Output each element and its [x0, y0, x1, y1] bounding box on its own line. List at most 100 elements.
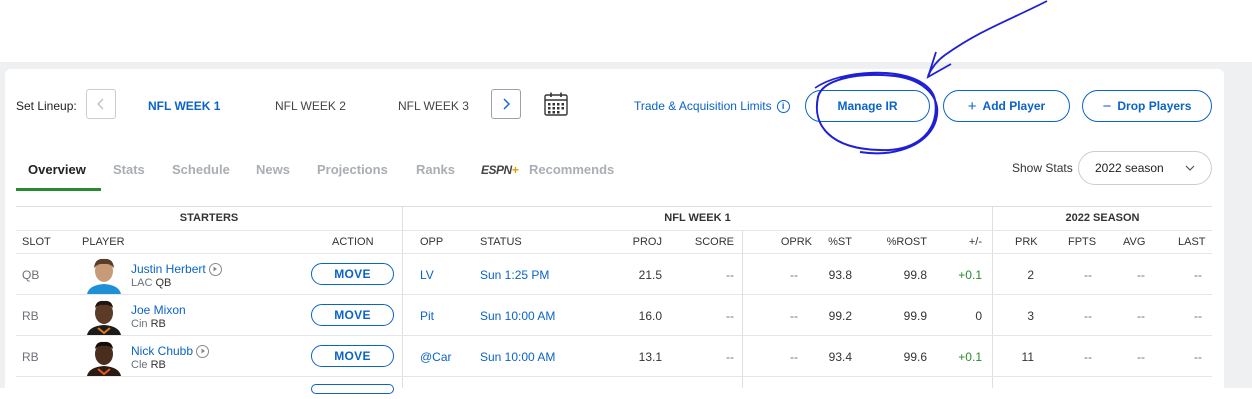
row-divider	[16, 376, 1212, 377]
col-slot: SLOT	[22, 236, 51, 248]
next-week-button[interactable]	[491, 89, 521, 119]
player-headshot	[87, 341, 121, 376]
season-select-value: 2022 season	[1095, 161, 1164, 175]
col-status: STATUS	[480, 236, 522, 248]
pct-rost-value: 99.8	[903, 268, 927, 282]
prk-value: 2	[1027, 268, 1034, 282]
pct-rost-value: 99.9	[903, 309, 927, 323]
plus-minus-value: +0.1	[958, 350, 982, 364]
manage-ir-label: Manage IR	[837, 99, 898, 113]
player-position: RB	[150, 359, 166, 371]
opponent-link[interactable]: LV	[420, 268, 434, 282]
row-divider	[16, 294, 1212, 295]
player-name: Justin Herbert	[131, 262, 206, 276]
player-headshot	[87, 300, 121, 335]
player-name: Nick Chubb	[131, 344, 194, 358]
calendar-icon[interactable]	[543, 91, 569, 117]
avg-value: --	[1137, 350, 1145, 364]
move-button[interactable]: MOVE	[311, 304, 394, 326]
move-button[interactable]: MOVE	[311, 345, 394, 367]
player-team-position: Cin RB	[131, 318, 166, 330]
chevron-right-icon	[503, 98, 510, 110]
row-divider	[16, 253, 1212, 254]
player-name-link[interactable]: Justin Herbert	[131, 262, 222, 276]
chevron-down-icon	[1185, 165, 1195, 171]
active-tab-underline	[16, 188, 101, 191]
manage-ir-button[interactable]: Manage IR	[805, 90, 930, 122]
col-last: LAST	[1178, 236, 1206, 248]
tab-overview[interactable]: Overview	[28, 162, 86, 177]
tab-schedule[interactable]: Schedule	[172, 162, 230, 177]
tab-news[interactable]: News	[256, 162, 290, 177]
prk-value: 11	[1021, 350, 1034, 364]
col-proj: PROJ	[632, 236, 662, 248]
oprk-value: --	[790, 268, 798, 282]
drop-players-label: Drop Players	[1117, 99, 1192, 113]
pct-start-value: 93.8	[828, 268, 852, 282]
plus-icon: +	[967, 97, 977, 115]
col-score: SCORE	[694, 236, 734, 248]
game-status-link[interactable]: Sun 1:25 PM	[480, 268, 549, 282]
opponent-link[interactable]: Pit	[420, 309, 434, 323]
add-player-label: Add Player	[982, 99, 1046, 113]
video-play-icon[interactable]	[208, 262, 222, 276]
group-header-week: NFL WEEK 1	[664, 212, 731, 224]
col-prk: PRK	[1015, 236, 1038, 248]
espn-plus-logo: ESPN+	[481, 163, 519, 177]
proj-value: 16.0	[638, 309, 662, 323]
game-status-link[interactable]: Sun 10:00 AM	[480, 309, 555, 323]
trade-link-label: Trade & Acquisition Limits	[634, 99, 772, 113]
avg-value: --	[1137, 268, 1145, 282]
week-tab-2[interactable]: NFL WEEK 2	[275, 99, 346, 113]
score-value: --	[726, 268, 734, 282]
row-slot: QB	[22, 268, 40, 282]
player-name-link[interactable]: Nick Chubb	[131, 344, 210, 358]
tab-ranks[interactable]: Ranks	[416, 162, 455, 177]
info-icon[interactable]: i	[776, 99, 790, 113]
score-value: --	[726, 309, 734, 323]
row-slot: RB	[22, 309, 39, 323]
player-position: QB	[155, 277, 172, 289]
player-headshot	[87, 258, 121, 294]
player-team-position: Cle RB	[131, 359, 166, 371]
oprk-value: --	[790, 350, 798, 364]
plus-minus-value: +0.1	[958, 268, 982, 282]
week-tab-1[interactable]: NFL WEEK 1	[148, 99, 220, 113]
col-opp: OPP	[420, 236, 444, 248]
player-name: Joe Mixon	[131, 303, 186, 317]
proj-value: 13.1	[638, 350, 662, 364]
previous-week-button[interactable]	[86, 89, 116, 119]
drop-players-button[interactable]: − Drop Players	[1082, 90, 1212, 122]
move-button[interactable]: MOVE	[311, 263, 394, 285]
week-tab-3[interactable]: NFL WEEK 3	[398, 99, 469, 113]
video-play-icon[interactable]	[196, 344, 210, 358]
espn-plus-symbol: +	[511, 163, 519, 177]
chevron-left-icon	[97, 98, 104, 110]
last-value: --	[1194, 350, 1202, 364]
opponent-link[interactable]: @Car	[420, 350, 452, 364]
tab-projections[interactable]: Projections	[317, 162, 388, 177]
group-header-starters: STARTERS	[179, 212, 239, 224]
add-player-button[interactable]: + Add Player	[943, 90, 1070, 122]
trade-acquisition-limits-link[interactable]: Trade & Acquisition Limits i	[634, 99, 790, 113]
player-team: Cin	[131, 318, 148, 330]
col-pct-rost: %ROST	[886, 236, 927, 248]
player-name-link[interactable]: Joe Mixon	[131, 303, 186, 317]
fpts-value: --	[1084, 350, 1092, 364]
game-status-link[interactable]: Sun 10:00 AM	[480, 350, 555, 364]
col-avg: AVG	[1123, 236, 1146, 248]
row-slot: RB	[22, 350, 39, 364]
col-fpts: FPTS	[1068, 236, 1097, 248]
move-button-partial[interactable]	[311, 384, 394, 394]
last-value: --	[1194, 268, 1202, 282]
tab-stats[interactable]: Stats	[113, 162, 145, 177]
col-action: ACTION	[332, 236, 374, 248]
group-header-season: 2022 SEASON	[1065, 212, 1140, 224]
player-team-position: LAC QB	[131, 277, 171, 289]
minus-icon: −	[1102, 97, 1112, 115]
season-select[interactable]: 2022 season	[1078, 151, 1212, 185]
col-oprk: OPRK	[780, 236, 812, 248]
espn-logo-text: ESPN	[481, 163, 512, 177]
tab-recommends[interactable]: Recommends	[529, 162, 614, 177]
table-top-border	[16, 206, 1212, 207]
